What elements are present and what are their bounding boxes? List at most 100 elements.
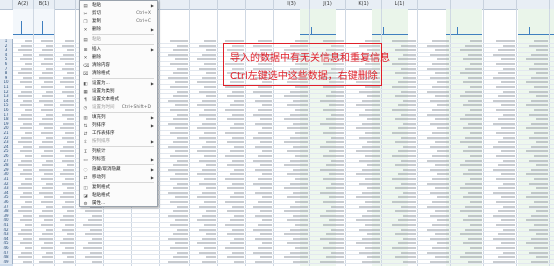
cell-value[interactable] [225,247,244,249]
cell-value[interactable] [331,205,344,208]
cell-value[interactable] [23,145,32,148]
cell-value[interactable] [88,242,102,245]
cell-value[interactable] [287,127,308,130]
cell-value[interactable] [293,122,308,125]
cell-value[interactable] [290,136,308,139]
cell-value[interactable] [460,141,482,144]
cell-value[interactable] [255,99,272,102]
cell-value[interactable] [230,150,244,153]
cell-value[interactable] [501,173,515,176]
cell-value[interactable] [230,196,244,199]
cell-value[interactable] [90,251,102,254]
cell-value[interactable] [46,182,53,185]
cell-value[interactable] [356,242,380,245]
cell-value[interactable] [435,141,449,144]
cell-value[interactable] [329,127,344,130]
cell-value[interactable] [42,233,53,236]
cell-value[interactable] [175,81,188,84]
cell-value[interactable] [496,40,515,42]
cell-value[interactable] [39,214,53,217]
cell-value[interactable] [175,150,188,153]
cell-value[interactable] [255,122,272,125]
cell-value[interactable] [432,63,449,65]
cell-value[interactable] [287,196,308,199]
cell-value[interactable] [326,233,344,236]
column-header[interactable] [246,0,274,9]
cell-value[interactable] [175,219,188,222]
cell-value[interactable] [175,104,188,107]
cell-value[interactable] [356,173,380,176]
cell-value[interactable] [62,90,74,93]
cell-value[interactable] [260,233,272,236]
cell-value[interactable] [227,118,244,121]
cell-value[interactable] [60,196,74,199]
menu-item[interactable]: ⇄ 移动列 ▶ [80,174,157,182]
cell-value[interactable] [320,99,344,102]
cell-value[interactable] [232,251,244,254]
cell-value[interactable] [92,237,102,240]
cell-value[interactable] [85,210,102,213]
cell-value[interactable] [258,109,272,111]
cell-value[interactable] [168,214,188,217]
cell-value[interactable] [173,233,188,236]
menu-item[interactable]: Σ 列统计 [80,148,157,156]
cell-value[interactable] [398,242,416,245]
cell-value[interactable] [501,127,515,130]
cell-value[interactable] [503,113,515,116]
cell-value[interactable] [170,86,188,88]
cell-value[interactable] [331,113,344,116]
cell-value[interactable] [427,67,449,70]
cell-value[interactable] [437,81,449,84]
cell-value[interactable] [432,224,449,226]
cell-value[interactable] [323,224,344,226]
cell-value[interactable] [202,191,216,194]
cell-value[interactable] [232,113,244,116]
cell-value[interactable] [42,256,53,259]
cell-value[interactable] [253,159,272,162]
cell-value[interactable] [230,127,244,130]
cell-value[interactable] [173,256,188,259]
cell-value[interactable] [359,251,380,254]
menu-item[interactable]: ▤ 粘贴 ▶ [80,2,157,10]
cell-value[interactable] [498,72,515,75]
cell-value[interactable] [356,150,380,153]
cell-value[interactable] [496,201,515,203]
cell-value[interactable] [468,214,482,217]
cell-value[interactable] [320,145,344,148]
cell-value[interactable] [531,214,548,217]
cell-value[interactable] [320,122,344,125]
cell-value[interactable] [430,214,449,217]
cell-value[interactable] [427,113,449,116]
cell-value[interactable] [403,76,416,79]
cell-value[interactable] [253,113,272,116]
cell-value[interactable] [498,187,515,190]
cell-value[interactable] [21,44,32,47]
cell-value[interactable] [46,159,53,162]
cell-value[interactable] [39,122,53,125]
cell-value[interactable] [177,136,188,139]
cell-value[interactable] [23,191,32,194]
cell-value[interactable] [427,228,449,231]
cell-value[interactable] [465,136,482,139]
cell-value[interactable] [177,90,188,93]
menu-item[interactable]: ⇵ 工作表排序 [80,130,157,138]
cell-value[interactable] [326,164,344,167]
cell-value[interactable] [177,228,188,231]
menu-item[interactable]: ✂ 剪切 Ctrl+X [80,10,157,18]
cell-value[interactable] [173,187,188,190]
cell-value[interactable] [42,118,53,121]
cell-value[interactable] [20,219,32,222]
cell-value[interactable] [293,168,308,171]
cell-value[interactable] [287,173,308,176]
cell-value[interactable] [463,150,482,153]
cell-value[interactable] [496,178,515,180]
cell-value[interactable] [41,178,53,180]
cell-value[interactable] [496,109,515,111]
cell-value[interactable] [170,109,188,111]
cell-value[interactable] [173,210,188,213]
cell-value[interactable] [356,219,380,222]
column-header[interactable]: L(1) [382,0,418,9]
cell-value[interactable] [39,145,53,148]
cell-value[interactable] [260,187,272,190]
row-number[interactable]: 49 [0,259,13,265]
